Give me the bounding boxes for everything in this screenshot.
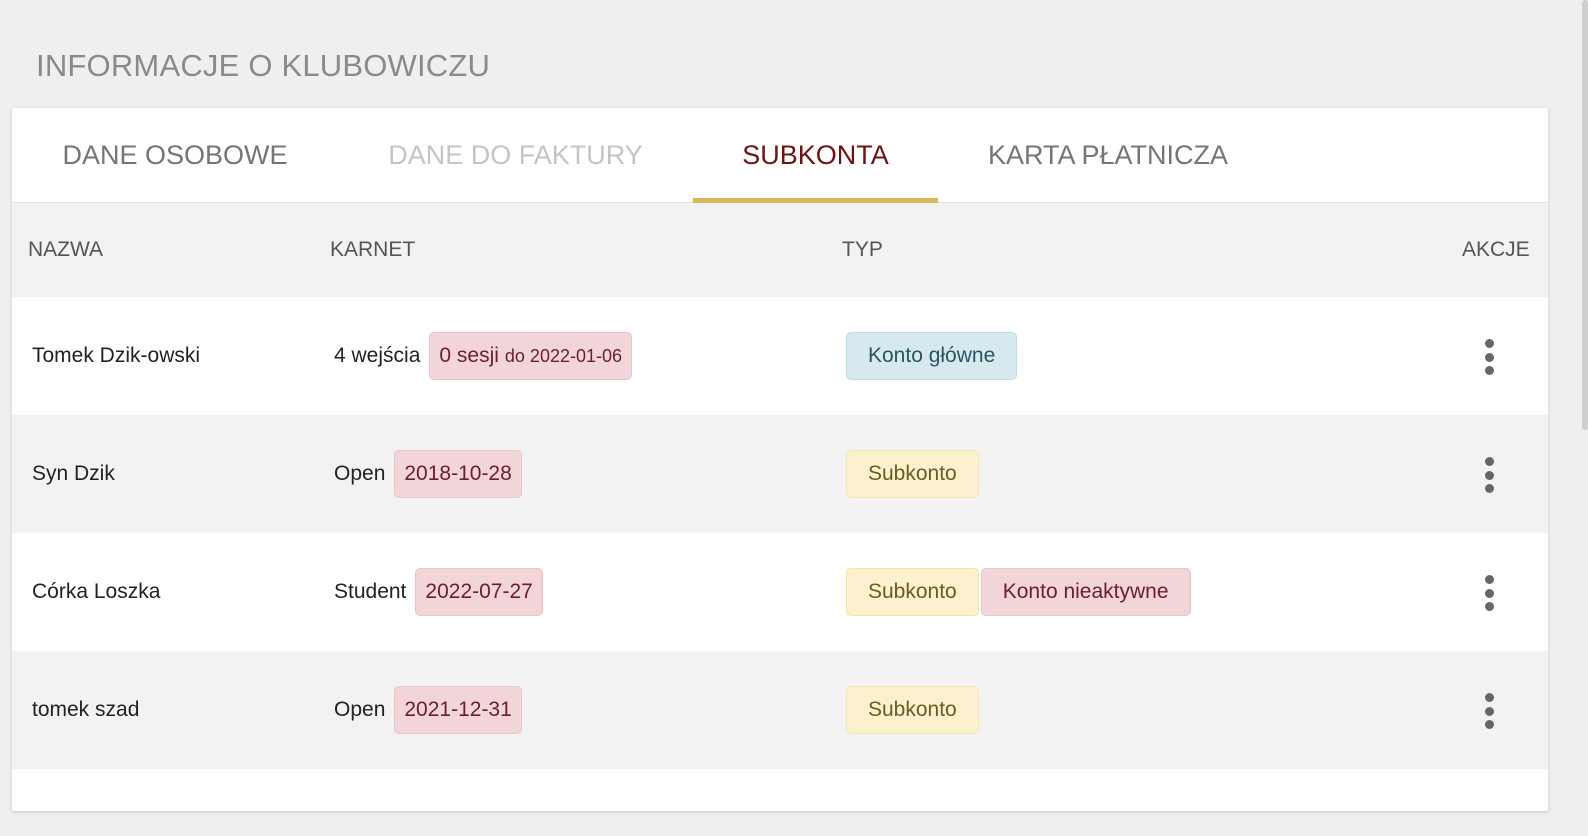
section-title: INFORMACJE O KLUBOWICZU <box>36 48 491 83</box>
row-pass: Student 2022-07-27 <box>334 533 543 651</box>
row-type: Subkonto <box>846 651 979 769</box>
table-row: Córka Loszka Student 2022-07-27 Subkonto… <box>12 533 1548 651</box>
table-row: Syn Dzik Open 2018-10-28 Subkonto <box>12 415 1548 533</box>
pass-expiry-badge: 2021-12-31 <box>394 686 522 734</box>
table-row: tomek szad Open 2021-12-31 Subkonto <box>12 651 1548 769</box>
pass-name: 4 wejścia <box>334 344 421 367</box>
page-scrollbar[interactable] <box>1582 0 1588 430</box>
subaccount-badge: Subkonto <box>846 686 979 734</box>
row-pass: Open 2018-10-28 <box>334 415 522 533</box>
row-name: Córka Loszka <box>32 580 161 603</box>
kebab-menu-icon[interactable] <box>1479 339 1499 375</box>
tab-personal-data[interactable]: DANE OSOBOWE <box>12 108 338 203</box>
pass-sessions: 0 sesji <box>439 344 499 367</box>
column-header-actions: AKCJE <box>1462 238 1530 261</box>
row-name: Syn Dzik <box>32 462 115 485</box>
column-header-name: NAZWA <box>28 238 104 261</box>
tab-invoice-data: DANE DO FAKTURY <box>388 140 643 170</box>
page: INFORMACJE O KLUBOWICZU DANE OSOBOWE DAN… <box>0 0 1588 836</box>
pass-valid-until: do 2022-01-06 <box>504 345 623 366</box>
column-header-type: TYP <box>842 238 883 261</box>
main-account-badge: Konto główne <box>846 332 1018 380</box>
subaccount-badge: Subkonto <box>846 450 979 498</box>
kebab-menu-icon[interactable] <box>1479 575 1499 611</box>
kebab-menu-icon[interactable] <box>1479 457 1499 493</box>
tab-subaccounts[interactable]: SUBKONTA <box>693 108 938 203</box>
table-header: NAZWA KARNET TYP AKCJE <box>12 203 1548 297</box>
pass-expiry-badge: 2018-10-28 <box>394 450 522 498</box>
pass-name: Open <box>334 462 386 485</box>
member-info-card: DANE OSOBOWE DANE DO FAKTURY SUBKONTA KA… <box>12 108 1548 811</box>
pass-name: Open <box>334 698 386 721</box>
tab-bar: DANE OSOBOWE DANE DO FAKTURY SUBKONTA KA… <box>12 108 1548 203</box>
pass-expiry-badge: 2022-07-27 <box>415 568 543 616</box>
inactive-account-badge: Konto nieaktywne <box>980 568 1191 616</box>
pass-expiry-badge: 0 sesji do 2022-01-06 <box>429 332 633 380</box>
row-name: Tomek Dzik-owski <box>32 344 201 367</box>
row-name: tomek szad <box>32 698 140 721</box>
subaccount-badge: Subkonto <box>846 568 979 616</box>
table-row: Tomek Dzik-owski 4 wejścia 0 sesji do 20… <box>12 297 1548 415</box>
column-header-pass: KARNET <box>330 238 416 261</box>
row-pass: 4 wejścia 0 sesji do 2022-01-06 <box>334 297 633 415</box>
tab-payment-card[interactable]: KARTA PŁATNICZA <box>938 108 1278 203</box>
row-type: Konto główne <box>846 297 1018 415</box>
row-type: Subkonto Konto nieaktywne <box>846 533 1191 651</box>
row-type: Subkonto <box>846 415 979 533</box>
pass-name: Student <box>334 580 407 603</box>
row-pass: Open 2021-12-31 <box>334 651 522 769</box>
kebab-menu-icon[interactable] <box>1479 693 1499 729</box>
